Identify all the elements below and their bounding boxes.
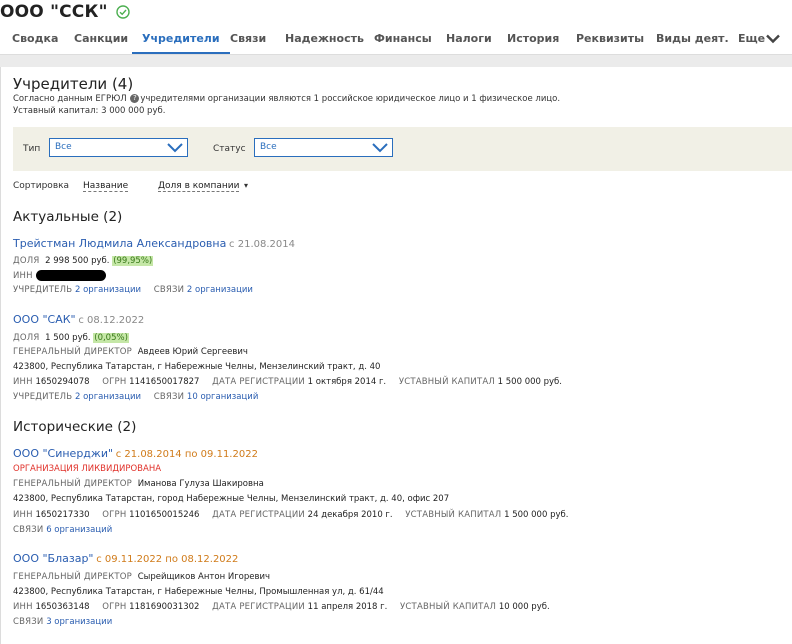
person-links-link[interactable]: 2 организации	[187, 285, 253, 295]
chevron-down-icon	[167, 143, 183, 153]
org-sak-title-row: ООО "САК" с 08.12.2022	[13, 313, 144, 326]
org-sak-founder-link[interactable]: 2 организации	[75, 392, 141, 402]
person-inn-row: ИНН	[13, 270, 106, 281]
org-synergy-period: с 21.08.2014 по 09.11.2022	[115, 449, 258, 460]
person-founder-link[interactable]: 2 организации	[75, 285, 141, 295]
org-sak-director-row: ГЕНЕРАЛЬНЫЙ ДИРЕКТОР Авдеев Юрий Сергеев…	[13, 347, 248, 357]
chevron-down-icon[interactable]	[766, 34, 780, 44]
section-description: Согласно данным ЕГРЮЛ ? учредителями орга…	[13, 94, 561, 104]
org-synergy-director: Иманова Гулуза Шакировна	[137, 479, 264, 489]
person-share-pct: (99,95%)	[112, 256, 154, 266]
section-title: Учредители (4)	[13, 75, 134, 93]
sort-by-name[interactable]: Название	[83, 181, 129, 192]
org-blazar-title-row: ООО "Блазар" с 09.11.2022 по 08.12.2022	[13, 552, 238, 565]
org-synergy-requisites-row: ИНН 1650217330 ОГРН 1101650015246 ДАТА Р…	[13, 510, 569, 520]
tab-sanctions[interactable]: Санкции	[74, 26, 128, 54]
tab-activities[interactable]: Виды деят.	[656, 26, 729, 54]
org-sak-director: Авдеев Юрий Сергеевич	[137, 347, 248, 357]
org-sak-address: 423800, Республика Татарстан, г Набережн…	[13, 362, 381, 372]
person-since: с 21.08.2014	[229, 239, 295, 250]
org-sak-links-row: УЧРЕДИТЕЛЬ 2 организации СВЯЗИ 10 органи…	[13, 392, 259, 402]
help-icon[interactable]: ?	[130, 94, 140, 103]
chevron-down-icon	[372, 143, 388, 153]
org-synergy-address: 423800, Республика Татарстан, город Набе…	[13, 494, 450, 504]
tab-reliability[interactable]: Надежность	[285, 26, 364, 54]
org-blazar-director-row: ГЕНЕРАЛЬНЫЙ ДИРЕКТОР Сырейщиков Антон Иг…	[13, 572, 271, 582]
person-name-link[interactable]: Трейстман Людмила Александровна	[13, 237, 226, 250]
org-sak-requisites-row: ИНН 1650294078 ОГРН 1141650017827 ДАТА Р…	[13, 377, 562, 387]
verified-check-icon	[115, 5, 130, 19]
capital-text: Уставный капитал: 3 000 000 руб.	[13, 106, 166, 116]
org-synergy-director-row: ГЕНЕРАЛЬНЫЙ ДИРЕКТОР Иманова Гулуза Шаки…	[13, 479, 264, 489]
tab-more[interactable]: Еще	[738, 26, 765, 54]
redacted-inn	[35, 270, 106, 281]
org-synergy-links-row: СВЯЗИ 6 организаций	[13, 525, 113, 535]
org-blazar-links-link[interactable]: 3 организации	[46, 617, 112, 627]
sort-label: Сортировка	[13, 181, 70, 191]
person-title-row: Трейстман Людмила Александровна с 21.08.…	[13, 237, 295, 250]
person-share: 2 998 500 руб.	[45, 256, 110, 266]
separator-band	[0, 55, 792, 67]
org-blazar-link[interactable]: ООО "Блазар"	[13, 552, 93, 565]
org-sak-share: 1 500 руб.	[45, 333, 91, 343]
founders-panel: Учредители (4) Согласно данным ЕГРЮЛ ? уч…	[0, 67, 792, 644]
org-synergy-links-link[interactable]: 6 организаций	[46, 525, 112, 535]
tab-links[interactable]: Связи	[230, 26, 266, 54]
org-blazar-links-row: СВЯЗИ 3 организации	[13, 617, 113, 627]
org-sak-links-link[interactable]: 10 организаций	[187, 392, 258, 402]
org-blazar-period: с 09.11.2022 по 08.12.2022	[96, 554, 239, 565]
company-header: ООО "ССК"	[0, 0, 130, 24]
sort-by-share[interactable]: Доля в компании	[158, 181, 240, 192]
org-sak-share-row: ДОЛЯ 1 500 руб. (0,05%)	[13, 333, 129, 343]
status-label: Статус	[213, 144, 246, 154]
tab-history[interactable]: История	[507, 26, 559, 54]
actual-heading: Актуальные (2)	[13, 209, 123, 225]
filter-panel: Тип Все Статус Все	[13, 127, 792, 171]
org-blazar-address: 423800, Республика Татарстан, г Набережн…	[13, 587, 384, 597]
tab-finance[interactable]: Финансы	[374, 26, 432, 54]
historic-heading: Исторические (2)	[13, 419, 137, 435]
person-share-row: ДОЛЯ 2 998 500 руб. (99,95%)	[13, 256, 154, 266]
type-label: Тип	[23, 144, 41, 154]
sort-row: Сортировка Название Доля в компании ▾	[13, 181, 313, 193]
sort-arrow-icon: ▾	[244, 181, 249, 190]
org-blazar-director: Сырейщиков Антон Игоревич	[137, 572, 271, 582]
org-synergy-title-row: ООО "Синерджи" с 21.08.2014 по 09.11.202…	[13, 447, 258, 460]
company-title: ООО "ССК"	[0, 2, 108, 22]
tab-bar: Сводка Санкции Учредители Связи Надежнос…	[0, 26, 792, 55]
tab-summary[interactable]: Сводка	[12, 26, 58, 54]
org-sak-since: с 08.12.2022	[78, 315, 145, 326]
type-select[interactable]: Все	[49, 138, 188, 157]
org-synergy-link[interactable]: ООО "Синерджи"	[13, 447, 113, 460]
tab-requisites[interactable]: Реквизиты	[576, 26, 644, 54]
org-sak-share-pct: (0,05%)	[93, 333, 129, 343]
status-select[interactable]: Все	[254, 138, 393, 157]
tab-founders[interactable]: Учредители	[132, 26, 230, 54]
person-links-row: УЧРЕДИТЕЛЬ 2 организации СВЯЗИ 2 организ…	[13, 285, 253, 295]
org-blazar-requisites-row: ИНН 1650363148 ОГРН 1181690031302 ДАТА Р…	[13, 602, 550, 612]
tab-taxes[interactable]: Налоги	[446, 26, 492, 54]
org-sak-link[interactable]: ООО "САК"	[13, 313, 76, 326]
org-synergy-status: ОРГАНИЗАЦИЯ ЛИКВИДИРОВАНА	[13, 464, 162, 474]
